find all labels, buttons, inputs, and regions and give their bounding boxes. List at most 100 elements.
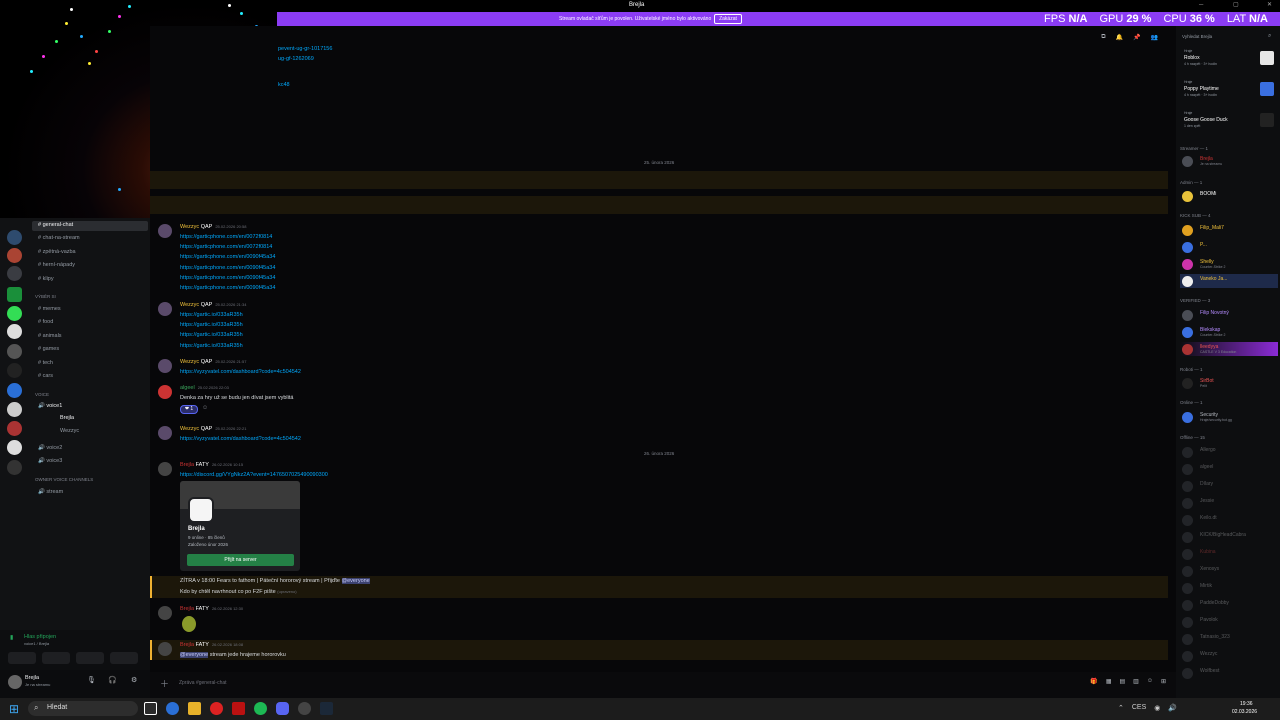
- activity-card[interactable]: Hraje Poppy Playtime 4 h nazpět · 3+ hod…: [1180, 79, 1276, 107]
- member-row-offline[interactable]: Tatnasio_323: [1180, 632, 1278, 646]
- chevron-up-icon[interactable]: ⌃: [1118, 704, 1124, 712]
- headset-icon[interactable]: 🎧: [108, 676, 117, 684]
- member-row[interactable]: Brejla Je na streamu: [1180, 154, 1278, 168]
- message-link[interactable]: https://vyzyvatel.com/dashboard?code=4c5…: [180, 436, 301, 442]
- link-fragment[interactable]: pevent-ug-gr-1017156: [278, 46, 332, 52]
- voice-channel[interactable]: 🔊 voice1: [38, 403, 62, 409]
- apps-icon[interactable]: ⊞: [1161, 678, 1166, 685]
- mic-icon[interactable]: 🎙: [87, 676, 96, 684]
- avatar[interactable]: [158, 642, 172, 656]
- member-row-offline[interactable]: KICK/BigHeadCabra: [1180, 530, 1278, 544]
- voice-channel[interactable]: 🔊 voice3: [38, 458, 62, 464]
- member-search[interactable]: Vyhledat Brejla: [1182, 34, 1212, 39]
- gear-icon[interactable]: ⚙: [131, 676, 137, 684]
- member-row-offline[interactable]: Kubina: [1180, 547, 1278, 561]
- member-row[interactable]: P...: [1180, 240, 1278, 254]
- member-row-offline[interactable]: Allergo: [1180, 445, 1278, 459]
- channel-item[interactable]: # zpětná-vazba: [38, 249, 76, 255]
- message-input[interactable]: Zpráva #general-chat: [179, 680, 227, 686]
- channel-item[interactable]: # cars: [38, 373, 53, 379]
- activity-card[interactable]: Hraje Goose Goose Duck 1 den zpět: [1180, 110, 1276, 138]
- threads-icon[interactable]: ⧉: [1101, 34, 1105, 41]
- message-link[interactable]: https://gartic.io/033aR35h: [180, 322, 243, 328]
- link-fragment[interactable]: ug-gf-1262069: [278, 56, 314, 62]
- message-link[interactable]: https://garticphone.com/en/0090f45a34: [180, 285, 275, 291]
- avatar[interactable]: [158, 302, 172, 316]
- channel-item[interactable]: # food: [38, 319, 53, 325]
- message-author[interactable]: algeel 25.02.2026 22:03: [180, 385, 229, 391]
- member-row[interactable]: Blekskap Counter-Strike 2: [1180, 325, 1278, 339]
- bell-icon[interactable]: 🔔: [1116, 34, 1123, 41]
- voice-user[interactable]: Wezzyc: [60, 428, 79, 434]
- server-icon[interactable]: [7, 460, 22, 475]
- channel-item[interactable]: # tech: [38, 360, 53, 366]
- server-icon[interactable]: [7, 306, 22, 321]
- member-row-offline[interactable]: Jessie: [1180, 496, 1278, 510]
- lang-indicator[interactable]: CES: [1132, 704, 1146, 712]
- member-row[interactable]: Shelly Counter-Strike 2: [1180, 257, 1278, 271]
- minimize-icon[interactable]: ─: [1199, 2, 1203, 8]
- gif-icon[interactable]: ▦: [1106, 678, 1112, 685]
- message-author[interactable]: Brejla FATY 26.02.2026 10:15: [180, 462, 243, 468]
- member-row-offline[interactable]: Wolfbest: [1180, 666, 1278, 680]
- message-link[interactable]: https://vyzyvatel.com/dashboard?code=4c5…: [180, 369, 301, 375]
- windows-start-icon[interactable]: ⊞: [9, 702, 19, 716]
- gift-icon[interactable]: 🎁: [1090, 678, 1097, 685]
- message-link[interactable]: https://gartic.io/033aR35h: [180, 343, 243, 349]
- reaction-heart[interactable]: ❤ 1: [180, 405, 198, 414]
- server-icon[interactable]: [7, 440, 22, 455]
- volume-icon[interactable]: 🔊: [1168, 704, 1177, 712]
- avatar[interactable]: [158, 462, 172, 476]
- member-row[interactable]: lleedyya CASTLE V 3 Education: [1180, 342, 1278, 356]
- emoji-icon[interactable]: ☺: [1147, 678, 1153, 685]
- member-row-offline[interactable]: Keilo.dt: [1180, 513, 1278, 527]
- category-label[interactable]: OWNER VOICE CHANNELS: [35, 477, 93, 482]
- message-link[interactable]: https://garticphone.com/en/0090f45a34: [180, 254, 275, 260]
- pin-icon[interactable]: 📌: [1133, 34, 1140, 41]
- message-author[interactable]: Wezzyc QAP 25.02.2026 20:58: [180, 224, 246, 230]
- channel-item[interactable]: # games: [38, 346, 59, 352]
- avatar[interactable]: [8, 675, 22, 689]
- steam-icon[interactable]: [320, 702, 333, 715]
- avatar[interactable]: [158, 224, 172, 238]
- category-label[interactable]: VOICE: [35, 392, 49, 397]
- banner-button[interactable]: Zakázat: [714, 14, 742, 24]
- avatar[interactable]: [158, 606, 172, 620]
- channel-item[interactable]: # klipy: [38, 276, 54, 282]
- sticker-icon[interactable]: ▤: [1119, 678, 1125, 685]
- member-row-offline[interactable]: Dílary: [1180, 479, 1278, 493]
- opera-icon[interactable]: [210, 702, 223, 715]
- server-icon[interactable]: [7, 248, 22, 263]
- voice-channel[interactable]: 🔊 stream: [38, 489, 63, 495]
- message-link[interactable]: https://gartic.io/033aR35h: [180, 332, 243, 338]
- member-row-offline[interactable]: Pavolok: [1180, 615, 1278, 629]
- message-link[interactable]: https://garticphone.com/en/0090f45a34: [180, 265, 275, 271]
- voice-channel[interactable]: 🔊 voice2: [38, 445, 62, 451]
- avatar[interactable]: [158, 385, 172, 399]
- channel-item[interactable]: # memes: [38, 306, 61, 312]
- message-link[interactable]: https://gartic.io/033aR35h: [180, 312, 243, 318]
- member-row-offline[interactable]: Xenosys: [1180, 564, 1278, 578]
- message-author[interactable]: Wezzyc QAP 25.02.2026 21:57: [180, 359, 246, 365]
- soundboard-button[interactable]: [110, 652, 138, 664]
- clock-date[interactable]: 02.03.2026: [1232, 709, 1257, 715]
- server-icon[interactable]: [7, 363, 22, 378]
- members-icon[interactable]: 👥: [1151, 34, 1158, 41]
- member-row-offline[interactable]: Mirtik: [1180, 581, 1278, 595]
- member-row[interactable]: SirBot Pelit: [1180, 376, 1278, 390]
- message-link[interactable]: https://garticphone.com/en/0090f45a34: [180, 275, 275, 281]
- link-fragment[interactable]: kc48: [278, 82, 290, 88]
- maximize-icon[interactable]: ▢: [1233, 1, 1239, 8]
- channel-general[interactable]: # general-chat: [38, 222, 73, 228]
- server-icon[interactable]: [7, 421, 22, 436]
- edge-icon[interactable]: [166, 702, 179, 715]
- join-server-button[interactable]: Přijít na server: [187, 554, 294, 566]
- server-icon[interactable]: [7, 230, 22, 245]
- member-row[interactable]: Filip Novotný: [1180, 308, 1278, 322]
- voice-user[interactable]: Brejla: [60, 415, 74, 421]
- message-author[interactable]: Brejla FATY 26.02.2026 18:08: [180, 642, 243, 648]
- message-link[interactable]: https://discord.gg/VYgNkz2A?event=147650…: [180, 472, 328, 478]
- member-row-offline[interactable]: Wezzyc: [1180, 649, 1278, 663]
- message-link[interactable]: https://garticphone.com/en/0072f0814: [180, 234, 272, 240]
- message-author[interactable]: Wezzyc QAP 25.02.2026 22:21: [180, 426, 246, 432]
